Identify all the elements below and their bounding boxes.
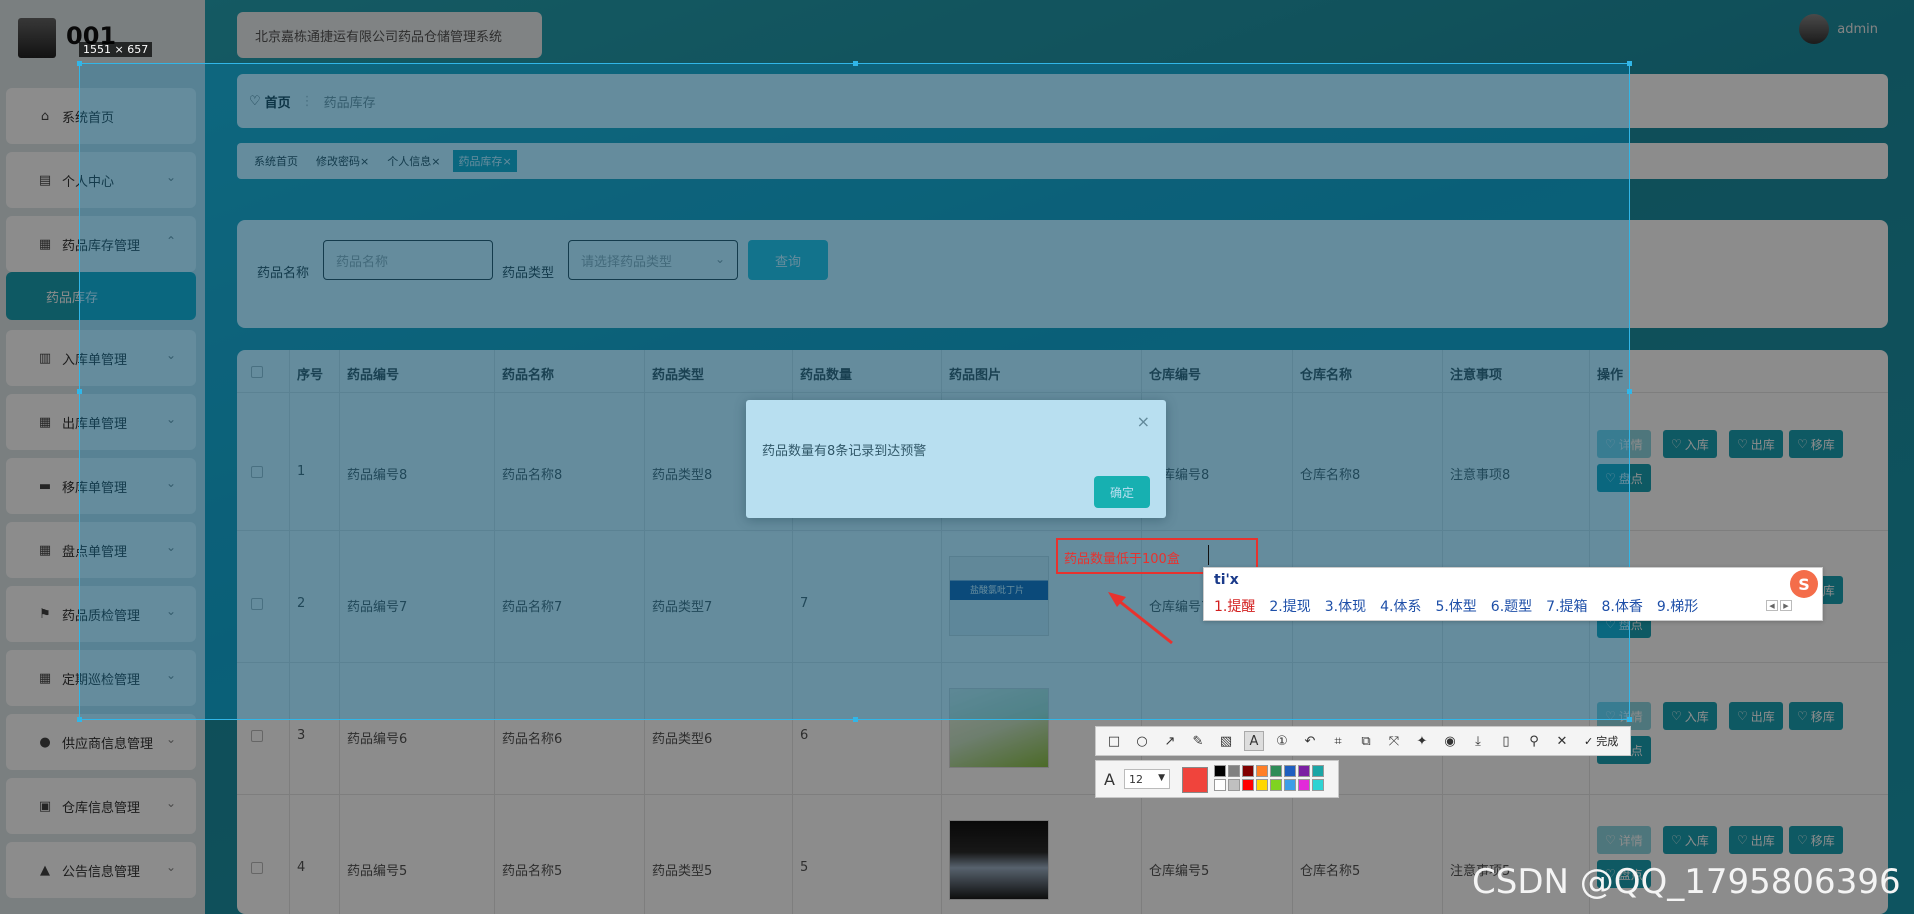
resize-handle-tc[interactable]: [853, 61, 858, 66]
ime-candidate-list: 1.提醒 2.提现 3.体现 4.体系 5.体型 6.题型 7.提箱 8.体香 9.梯形: [1214, 596, 1698, 616]
capture-size-label: 1551 × 657: [79, 42, 153, 57]
resize-handle-tl[interactable]: [77, 61, 82, 66]
annotation-text: 药品数量低于100盒: [1064, 552, 1180, 567]
ime-composition: ti'x: [1214, 572, 1239, 588]
color-swatch[interactable]: [1242, 779, 1254, 791]
color-swatch[interactable]: [1298, 765, 1310, 777]
done-label: 完成: [1596, 735, 1619, 748]
color-swatch[interactable]: [1284, 779, 1296, 791]
phone-icon[interactable]: ▯: [1496, 731, 1516, 751]
resize-handle-br[interactable]: [1627, 717, 1632, 722]
color-swatch[interactable]: [1284, 765, 1296, 777]
ime-candidate[interactable]: 6.题型: [1491, 596, 1532, 616]
watermark: CSDN @QQ_1795806396: [1472, 862, 1901, 902]
color-swatch[interactable]: [1298, 779, 1310, 791]
cancel-icon[interactable]: ✕: [1552, 731, 1572, 751]
text-caret: [1208, 545, 1209, 565]
ime-candidate[interactable]: 5.体型: [1435, 596, 1476, 616]
pen-tool-icon[interactable]: ✎: [1188, 731, 1208, 751]
annotation-arrow: [1108, 592, 1173, 645]
chevron-down-icon: ▼: [1158, 773, 1165, 783]
color-swatch[interactable]: [1312, 779, 1324, 791]
ocr-icon[interactable]: ⌗: [1328, 731, 1348, 751]
resize-handle-bc[interactable]: [853, 717, 858, 722]
color-palette: [1214, 765, 1324, 791]
color-swatch[interactable]: [1256, 779, 1268, 791]
resize-handle-mr[interactable]: [1627, 389, 1632, 394]
resize-handle-ml[interactable]: [77, 389, 82, 394]
rectangle-tool-icon[interactable]: □: [1104, 731, 1124, 751]
ime-candidate-window: ti'x 1.提醒 2.提现 3.体现 4.体系 5.体型 6.题型 7.提箱 8.体香 9.梯…: [1203, 567, 1823, 621]
color-swatch[interactable]: [1214, 765, 1226, 777]
font-icon: A: [1104, 770, 1115, 789]
ime-next-icon[interactable]: ▶: [1780, 600, 1792, 611]
ime-candidate[interactable]: 2.提现: [1269, 596, 1310, 616]
mosaic-tool-icon[interactable]: ▧: [1216, 731, 1236, 751]
check-icon: ✓: [1584, 734, 1594, 748]
color-swatch[interactable]: [1214, 779, 1226, 791]
ime-candidate[interactable]: 1.提醒: [1214, 596, 1255, 616]
download-icon[interactable]: ⤓: [1468, 731, 1488, 751]
ime-prev-icon[interactable]: ◀: [1766, 600, 1778, 611]
color-swatch[interactable]: [1242, 765, 1254, 777]
arrow-tool-icon[interactable]: ↗: [1160, 731, 1180, 751]
number-tool-icon[interactable]: ①: [1272, 731, 1292, 751]
font-size-select[interactable]: 12 ▼: [1124, 769, 1170, 789]
ime-candidate[interactable]: 4.体系: [1380, 596, 1421, 616]
bookmark-icon[interactable]: ⚲: [1524, 731, 1544, 751]
pin-icon[interactable]: ✦: [1412, 731, 1432, 751]
resize-handle-bl[interactable]: [77, 717, 82, 722]
color-swatch[interactable]: [1228, 765, 1240, 777]
done-button[interactable]: ✓ 完成: [1584, 733, 1618, 749]
record-icon[interactable]: ◉: [1440, 731, 1460, 751]
capture-selection[interactable]: [77, 61, 1632, 722]
ime-candidate[interactable]: 3.体现: [1325, 596, 1366, 616]
color-swatch[interactable]: [1312, 765, 1324, 777]
ime-pager: ◀ ▶: [1766, 600, 1792, 611]
ime-candidate[interactable]: 9.梯形: [1657, 596, 1698, 616]
color-swatch[interactable]: [1270, 765, 1282, 777]
undo-icon[interactable]: ↶: [1300, 731, 1320, 751]
ellipse-tool-icon[interactable]: ○: [1132, 731, 1152, 751]
text-tool-icon[interactable]: A: [1244, 731, 1264, 751]
color-swatch[interactable]: [1228, 779, 1240, 791]
current-color-swatch[interactable]: [1182, 767, 1208, 793]
color-swatch[interactable]: [1256, 765, 1268, 777]
ime-candidate[interactable]: 8.体香: [1602, 596, 1643, 616]
capture-toolbar: □ ○ ↗ ✎ ▧ A ① ↶ ⌗ ⧉ ⤧ ✦ ◉ ⤓ ▯ ⚲ ✕ ✓ 完成: [1095, 726, 1631, 756]
resize-handle-tr[interactable]: [1627, 61, 1632, 66]
ime-logo-icon: S: [1790, 570, 1818, 598]
long-capture-icon[interactable]: ⤧: [1384, 731, 1404, 751]
text-style-toolbar: A 12 ▼: [1095, 760, 1339, 798]
color-swatch[interactable]: [1270, 779, 1282, 791]
font-size-value: 12: [1129, 772, 1143, 786]
translate-icon[interactable]: ⧉: [1356, 731, 1376, 751]
ime-candidate[interactable]: 7.提箱: [1546, 596, 1587, 616]
